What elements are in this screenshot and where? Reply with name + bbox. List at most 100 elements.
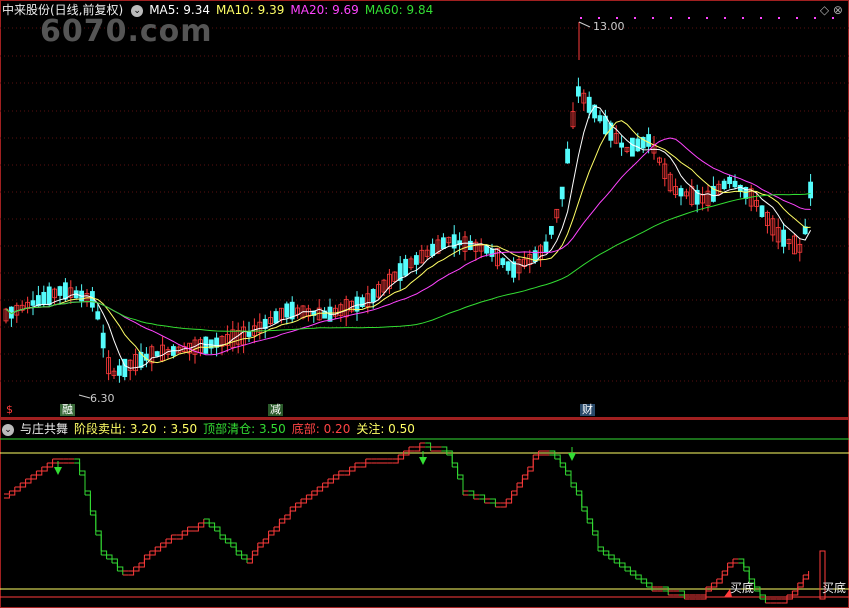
indicator-chart[interactable]	[0, 419, 849, 608]
candle-body	[505, 261, 511, 271]
indicator-step-shadow	[101, 554, 108, 559]
indicator-step-shadow	[625, 570, 631, 575]
indicator-step-shadow	[193, 527, 199, 532]
candle-body	[565, 148, 570, 164]
candle-body	[543, 241, 549, 253]
indicator-step-shadow	[803, 575, 810, 580]
candle-body	[203, 336, 209, 354]
indicator-step-shadow	[74, 462, 81, 475]
candle-body	[721, 180, 727, 190]
sell-arrow-icon	[54, 467, 62, 475]
indicator-step-shadow	[290, 507, 297, 512]
indicator-step	[317, 483, 324, 488]
indicator-step	[414, 443, 421, 448]
indicator-step-shadow	[619, 566, 626, 571]
indicator-step-shadow	[301, 499, 307, 504]
indicator-step	[252, 543, 259, 552]
candle-body	[117, 365, 122, 376]
candle-body	[100, 332, 106, 349]
indicator-legend-item-1: : 3.50	[162, 422, 198, 436]
price-high-label: 13.00	[593, 20, 625, 33]
indicator-step-shadow	[182, 531, 189, 536]
ma60-line	[5, 192, 811, 332]
indicator-step-shadow	[662, 590, 669, 595]
indicator-menu-icon[interactable]: ⌄	[2, 423, 14, 436]
indicator-step	[101, 550, 108, 555]
candle-body	[95, 311, 101, 320]
indicator-step-shadow	[95, 534, 102, 555]
candle-body	[759, 205, 765, 217]
indicator-step-shadow	[592, 534, 599, 551]
candle-body	[430, 243, 436, 256]
indicator-step	[279, 515, 286, 520]
indicator-step	[95, 530, 102, 551]
indicator-step	[209, 522, 216, 527]
indicator-step-shadow	[209, 526, 216, 531]
indicator-step-shadow	[155, 547, 162, 552]
indicator-step-shadow	[306, 495, 313, 500]
indicator-step-shadow	[360, 463, 367, 468]
indicator-step	[565, 470, 572, 483]
ma-legend-item-0: MA5: 9.34	[149, 3, 210, 17]
indicator-step	[241, 554, 248, 559]
price-low-label: 6.30	[90, 392, 115, 405]
candle-body	[413, 255, 419, 265]
indicator-step-shadow	[457, 478, 464, 495]
indicator-step-shadow	[576, 494, 583, 511]
candle-body	[576, 86, 581, 97]
indicator-step	[679, 590, 685, 595]
indicator-step-shadow	[630, 574, 637, 579]
indicator-step	[797, 575, 804, 584]
indicator-step-shadow	[727, 563, 734, 568]
indicator-step-shadow	[14, 487, 21, 492]
candle-body	[284, 303, 290, 318]
indicator-step	[349, 463, 356, 468]
indicator-step	[630, 570, 637, 575]
price-chart-panel[interactable]: 6070.com 中来股份(日线,前复权) ⌄ MA5: 9.34 MA10: 9.3…	[0, 0, 849, 419]
candle-body	[370, 289, 376, 303]
indicator-step	[225, 538, 232, 543]
candle-body	[63, 282, 68, 300]
event-mark-report[interactable]: 财	[580, 404, 595, 416]
indicator-header: ⌄ 与庄共舞 阶段卖出: 3.20: 3.50 顶部清仓: 3.50 底部: 0.20 关…	[0, 419, 849, 439]
sell-arrow-icon	[419, 457, 427, 465]
indicator-step-shadow	[317, 487, 324, 492]
indicator-step	[4, 491, 10, 495]
indicator-step	[268, 527, 275, 532]
indicator-step-shadow	[311, 491, 318, 496]
indicator-step-shadow	[198, 523, 205, 528]
ma-legend-item-1: MA10: 9.39	[215, 3, 285, 17]
indicator-step	[236, 550, 243, 555]
indicator-step	[144, 551, 151, 556]
indicator-panel[interactable]: ⌄ 与庄共舞 阶段卖出: 3.20: 3.50 顶部清仓: 3.50 底部: 0.20 关…	[0, 419, 849, 608]
event-mark-reduce[interactable]: 减	[268, 404, 283, 416]
indicator-step-shadow	[112, 562, 118, 571]
indicator-step-shadow	[236, 554, 243, 559]
window-controls-icon[interactable]: ◇ ⊗	[820, 3, 843, 17]
candlestick-chart[interactable]	[0, 0, 849, 418]
indicator-step	[284, 507, 291, 516]
candle-body	[781, 229, 786, 247]
indicator-step-shadow	[90, 514, 97, 535]
indicator-step-shadow	[257, 543, 264, 548]
event-mark-s[interactable]: $	[6, 404, 13, 416]
buy-label-1: 买底	[730, 581, 755, 595]
indicator-step	[117, 566, 124, 571]
candle-body	[30, 300, 36, 306]
indicator-step-shadow	[241, 558, 248, 563]
indicator-step-shadow	[565, 474, 572, 487]
indicator-step	[581, 506, 588, 519]
indicator-step-shadow	[79, 474, 86, 495]
indicator-step-shadow	[581, 510, 588, 523]
indicator-legend-item-4: 关注: 0.50	[356, 422, 415, 436]
indicator-step-shadow	[414, 447, 421, 452]
candle-body	[808, 181, 813, 199]
indicator-step	[295, 499, 302, 504]
indicator-step	[322, 479, 329, 484]
indicator-step-shadow	[128, 571, 135, 576]
settings-icon[interactable]: ⌄	[131, 4, 144, 17]
indicator-step	[614, 558, 621, 563]
event-mark-finance[interactable]: 融	[60, 404, 75, 416]
indicator-step	[743, 566, 750, 579]
indicator-step	[727, 559, 734, 564]
